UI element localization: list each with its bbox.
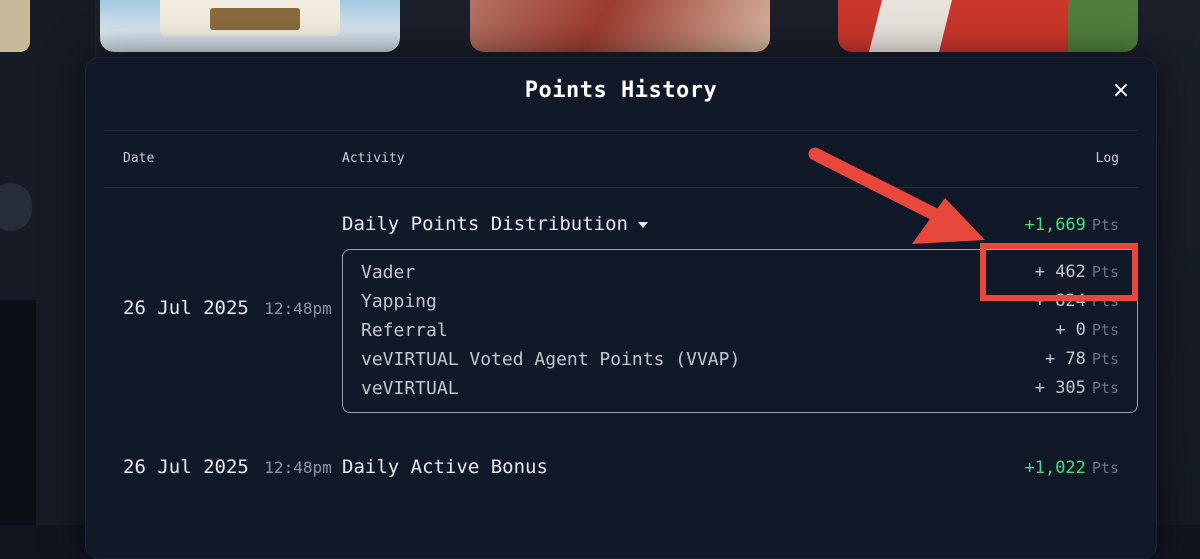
- background-panel: [0, 300, 36, 525]
- entry-unit: Pts: [1091, 459, 1119, 477]
- column-header-date: Date: [123, 151, 155, 166]
- activity-label: Daily Points Distribution: [342, 213, 628, 235]
- entry-time: 12:48pm: [264, 458, 332, 477]
- breakdown-label: Referral: [361, 320, 448, 341]
- breakdown-label: Yapping: [361, 291, 437, 312]
- entry-date: 26 Jul 2025 12:48pm: [123, 297, 332, 319]
- activity-dropdown[interactable]: Daily Points Distribution: [342, 213, 648, 235]
- table-header: Date Activity Log: [104, 130, 1138, 188]
- breakdown-value: + 305 Pts: [1034, 378, 1119, 398]
- background-thumbnail: [838, 0, 1138, 52]
- table-row: 26 Jul 2025 12:48pm Daily Active Bonus +…: [104, 438, 1138, 498]
- entry-date: 26 Jul 2025 12:48pm: [123, 456, 332, 478]
- breakdown-value: + 78 Pts: [1044, 349, 1119, 369]
- entry-time: 12:48pm: [264, 299, 332, 318]
- breakdown-label: veVIRTUAL Voted Agent Points (VVAP): [361, 349, 741, 370]
- entry-log: +1,669 Pts: [1024, 215, 1119, 235]
- column-header-activity: Activity: [342, 151, 405, 166]
- close-icon[interactable]: ×: [1110, 80, 1132, 102]
- background-thumbnail: [0, 0, 30, 52]
- breakdown-row: veVIRTUAL Voted Agent Points (VVAP) + 78…: [361, 349, 1119, 375]
- entry-date-text: 26 Jul 2025: [123, 297, 249, 319]
- table-row: 26 Jul 2025 12:48pm Daily Points Distrib…: [104, 186, 1138, 421]
- breakdown-row: veVIRTUAL + 305 Pts: [361, 378, 1119, 404]
- breakdown-label: veVIRTUAL: [361, 378, 459, 399]
- modal-title: Points History: [524, 78, 718, 103]
- entry-unit: Pts: [1091, 216, 1119, 234]
- breakdown-value: + 0 Pts: [1055, 320, 1119, 340]
- caret-down-icon: [637, 221, 648, 228]
- background-thumbnail: [100, 0, 400, 52]
- annotation-highlight-box: [980, 243, 1138, 301]
- activity-label: Daily Active Bonus: [342, 456, 548, 478]
- breakdown-row: Referral + 0 Pts: [361, 320, 1119, 346]
- column-header-log: Log: [1095, 151, 1119, 166]
- background-thumbnail: [470, 0, 770, 52]
- entry-amount: +1,022: [1024, 458, 1086, 478]
- points-history-modal: Points History × Date Activity Log 26 Ju…: [85, 57, 1157, 559]
- breakdown-label: Vader: [361, 262, 416, 283]
- entry-date-text: 26 Jul 2025: [123, 456, 249, 478]
- entry-amount: +1,669: [1024, 215, 1086, 235]
- entry-log: +1,022 Pts: [1024, 458, 1119, 478]
